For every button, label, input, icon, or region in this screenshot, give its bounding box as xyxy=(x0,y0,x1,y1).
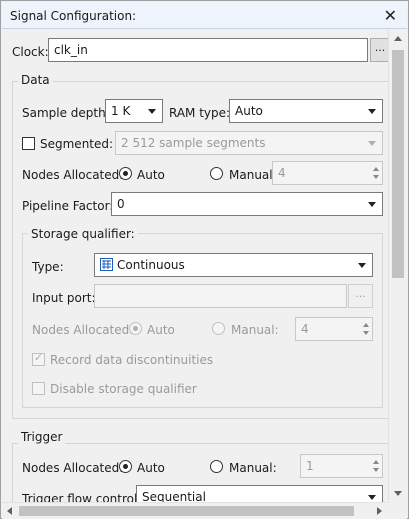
signal-configuration-panel: Signal Configuration: ✕ Clock: clk_in ..… xyxy=(0,0,409,519)
continuous-waveform-icon xyxy=(100,258,113,271)
horizontal-scrollbar[interactable] xyxy=(2,502,388,519)
horizontal-scroll-thumb[interactable] xyxy=(19,506,354,516)
spin-up-icon[interactable] xyxy=(373,460,379,464)
segments-select[interactable]: 2 512 sample segments xyxy=(115,131,383,155)
sq-nodes-manual-value: 4 xyxy=(301,322,309,336)
ram-type-value: Auto xyxy=(235,104,263,118)
type-select[interactable]: Continuous xyxy=(94,253,373,277)
pipeline-factor-select[interactable]: 0 xyxy=(111,192,383,216)
trigger-nodes-auto-label: Auto xyxy=(137,461,165,475)
nodes-manual-label: Manual: xyxy=(229,168,277,182)
sq-nodes-manual-label: Manual: xyxy=(231,323,279,337)
sq-nodes-auto-radio[interactable] xyxy=(129,322,142,335)
sq-nodes-manual-radio[interactable] xyxy=(212,322,225,335)
disable-storage-qualifier-label: Disable storage qualifier xyxy=(50,382,197,396)
vertical-scroll-thumb[interactable] xyxy=(392,50,404,278)
nodes-auto-label: Auto xyxy=(137,168,165,182)
title-bar: Signal Configuration: ✕ xyxy=(2,2,407,29)
trigger-nodes-manual-value: 1 xyxy=(306,459,314,473)
trigger-flow-control-select[interactable]: Sequential xyxy=(136,485,383,502)
panel-title: Signal Configuration: xyxy=(10,9,137,23)
nodes-manual-radio[interactable] xyxy=(210,167,223,180)
trigger-nodes-manual-radio[interactable] xyxy=(210,460,223,473)
sq-nodes-manual-spinner[interactable]: 4 xyxy=(295,317,373,341)
scroll-right-icon[interactable] xyxy=(377,507,382,515)
trigger-nodes-manual-label: Manual: xyxy=(229,461,277,475)
record-discontinuities-checkbox[interactable] xyxy=(32,351,45,366)
record-discontinuities-label: Record data discontinuities xyxy=(50,353,214,367)
vertical-scrollbar[interactable] xyxy=(388,30,407,502)
clock-input[interactable]: clk_in xyxy=(48,38,368,62)
content-area: Clock: clk_in ... Data Sample depth: 1 K… xyxy=(2,30,388,502)
chevron-down-icon xyxy=(368,109,376,114)
segments-value: 2 512 sample segments xyxy=(121,136,266,150)
clock-browse-button[interactable]: ... xyxy=(370,38,388,62)
scroll-down-icon[interactable] xyxy=(394,491,402,496)
sample-depth-select[interactable]: 1 K xyxy=(105,99,163,123)
trigger-group-title: Trigger xyxy=(18,430,66,444)
spin-down-icon[interactable] xyxy=(363,331,369,335)
input-port-field[interactable] xyxy=(94,284,347,308)
chevron-down-icon xyxy=(368,202,376,207)
type-value: Continuous xyxy=(117,258,185,272)
chevron-down-icon xyxy=(368,495,376,500)
chevron-down-icon xyxy=(148,109,156,114)
storage-qualifier-title: Storage qualifier: xyxy=(28,227,138,241)
sample-depth-value: 1 K xyxy=(111,104,131,118)
pipeline-factor-label: Pipeline Factor: xyxy=(22,199,114,213)
spin-up-icon[interactable] xyxy=(363,323,369,327)
scroll-up-icon[interactable] xyxy=(394,36,402,41)
spin-down-icon[interactable] xyxy=(373,175,379,179)
spin-down-icon[interactable] xyxy=(373,468,379,472)
clock-label: Clock: xyxy=(12,45,49,59)
chevron-down-icon xyxy=(368,141,376,146)
nodes-allocated-label: Nodes Allocated: xyxy=(22,168,124,182)
close-icon[interactable]: ✕ xyxy=(384,6,397,25)
trigger-flow-control-value: Sequential xyxy=(142,490,206,502)
disable-storage-qualifier-checkbox[interactable] xyxy=(32,382,45,395)
pipeline-factor-value: 0 xyxy=(117,197,125,211)
data-group-title: Data xyxy=(18,73,53,87)
type-label: Type: xyxy=(32,260,64,274)
trigger-nodes-manual-spinner[interactable]: 1 xyxy=(300,454,383,478)
segmented-label: Segmented: xyxy=(40,137,114,151)
nodes-manual-value: 4 xyxy=(278,166,286,180)
trigger-nodes-allocated-label: Nodes Allocated: xyxy=(22,461,124,475)
input-port-browse-button[interactable]: ... xyxy=(348,284,373,308)
ram-type-label: RAM type: xyxy=(169,106,231,120)
trigger-flow-control-label: Trigger flow control: xyxy=(22,492,142,502)
sq-nodes-auto-label: Auto xyxy=(147,323,175,337)
segmented-checkbox[interactable] xyxy=(22,137,35,150)
sq-nodes-allocated-label: Nodes Allocated: xyxy=(32,323,134,337)
trigger-nodes-auto-radio[interactable] xyxy=(119,460,132,473)
nodes-auto-radio[interactable] xyxy=(119,167,132,180)
nodes-manual-spinner[interactable]: 4 xyxy=(272,161,383,185)
input-port-label: Input port: xyxy=(32,291,96,305)
ram-type-select[interactable]: Auto xyxy=(229,99,383,123)
chevron-down-icon xyxy=(358,263,366,268)
sample-depth-label: Sample depth: xyxy=(22,106,110,120)
scroll-left-icon[interactable] xyxy=(7,507,12,515)
scrollbar-corner xyxy=(388,502,407,519)
spin-up-icon[interactable] xyxy=(373,167,379,171)
